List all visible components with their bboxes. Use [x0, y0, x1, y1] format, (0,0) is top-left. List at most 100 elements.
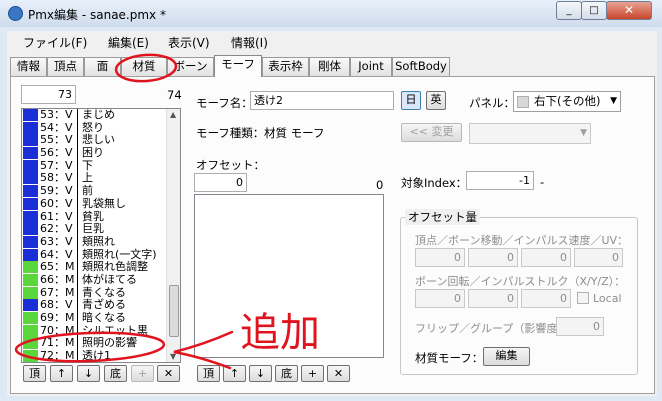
panel-select[interactable]: 右下(その他) ▼ — [513, 91, 621, 112]
list-item[interactable]: 63：V 頬照れ — [22, 234, 180, 249]
minimize-button[interactable]: _ — [556, 1, 582, 20]
morph-index: 59：V — [40, 184, 73, 198]
local-checkbox[interactable] — [577, 292, 589, 304]
list-top-button[interactable]: 頂 — [23, 365, 46, 382]
change-button[interactable]: << 変更 — [401, 123, 462, 142]
list-item[interactable]: 62：V 巨乳 — [22, 222, 180, 237]
tab-material[interactable]: 材質 — [121, 57, 167, 76]
tab-morph[interactable]: モーフ — [214, 55, 262, 77]
scroll-up-icon[interactable]: ▲ — [170, 110, 176, 119]
en-toggle[interactable]: 英 — [426, 91, 446, 110]
morph-type-swatch — [23, 159, 38, 172]
jp-toggle[interactable]: 日 — [401, 91, 421, 110]
tab-face[interactable]: 面 — [84, 57, 121, 76]
list-item[interactable]: 56：V 困り — [22, 146, 180, 161]
list-item[interactable]: 60：V 乳袋無し — [22, 196, 180, 211]
morph-index: 53：V — [40, 108, 73, 121]
scroll-thumb[interactable] — [169, 285, 179, 337]
morph-type-value: 材質 モーフ — [264, 126, 325, 140]
morph-index: 63：V — [40, 234, 73, 248]
title-bar: Pmx編集 - sanae.pmx * _ □ ✕ — [0, 0, 662, 27]
offset-value-4[interactable]: 0 — [574, 248, 623, 267]
offset-amount-title: オフセット量 — [405, 209, 480, 225]
column-divider — [77, 350, 78, 362]
morph-type-swatch — [23, 350, 38, 362]
morph-name: 暗くなる — [82, 311, 126, 324]
menu-file[interactable]: ファイル(F) — [23, 34, 87, 51]
offset-delete-button[interactable]: ✕ — [327, 365, 350, 382]
column-divider — [77, 337, 78, 351]
list-up-button[interactable]: ↑ — [50, 365, 73, 382]
rotate-value-y[interactable]: 0 — [468, 289, 518, 308]
tab-rigid-body[interactable]: 剛体 — [309, 57, 350, 76]
list-down-button[interactable]: ↓ — [77, 365, 100, 382]
close-button[interactable]: ✕ — [606, 1, 652, 20]
morph-name: 巨乳 — [82, 222, 104, 236]
edit-button[interactable]: 編集 — [483, 347, 530, 366]
morph-type-swatch — [23, 185, 38, 198]
tab-display-frame[interactable]: 表示枠 — [262, 57, 309, 76]
offset-value-3[interactable]: 0 — [521, 248, 571, 267]
target-index-input[interactable]: -1 — [466, 171, 534, 190]
list-bottom-button[interactable]: 底 — [104, 365, 127, 382]
offset-up-button[interactable]: ↑ — [223, 365, 246, 382]
tab-bone[interactable]: ボーン — [167, 57, 214, 76]
morph-name-input[interactable]: 透け2 — [250, 91, 394, 110]
morph-type-swatch — [23, 134, 38, 147]
offset-add-button[interactable]: + — [301, 365, 324, 382]
morph-name: まじめ — [82, 108, 115, 121]
offset-input[interactable]: 0 — [194, 173, 247, 192]
panel-label: パネル： — [469, 96, 515, 110]
morph-search-input[interactable]: 73 — [21, 85, 76, 104]
morph-count: 74 — [167, 88, 182, 102]
morph-list[interactable]: 53：V まじめ 54：V 怒り 55：V 悲しい 56：V 困り 57：V 下 58：V 上 59：V… — [21, 108, 181, 363]
offset-value-2[interactable]: 0 — [468, 248, 518, 267]
menu-view[interactable]: 表示(V) — [168, 34, 210, 51]
menu-edit[interactable]: 編集(E) — [108, 34, 149, 51]
maximize-button[interactable]: □ — [581, 1, 607, 20]
morph-type-swatch — [23, 261, 38, 274]
column-divider — [77, 324, 78, 338]
tab-info[interactable]: 情報 — [10, 57, 47, 76]
offset-count: 0 — [376, 178, 384, 192]
target-index-dash: - — [540, 175, 545, 189]
scroll-down-icon[interactable]: ▼ — [170, 352, 176, 361]
offset-top-button[interactable]: 頂 — [197, 365, 220, 382]
change-type-select[interactable]: ▼ — [469, 123, 591, 144]
column-divider — [77, 235, 78, 249]
material-morph-label: 材質モーフ： — [415, 351, 484, 365]
list-item[interactable]: 72：M 透け1 — [22, 349, 180, 363]
morph-name: 乳袋無し — [82, 196, 126, 210]
list-add-button[interactable]: + — [131, 365, 154, 382]
morph-name: 透け1 — [82, 349, 111, 363]
menu-info[interactable]: 情報(I) — [231, 34, 268, 51]
list-item[interactable]: 53：V まじめ — [22, 109, 180, 122]
chevron-down-icon: ▼ — [580, 128, 587, 138]
tab-vertex[interactable]: 頂点 — [47, 57, 84, 76]
flip-group-label: フリップ／グループ（影響度）： — [415, 322, 574, 335]
list-scrollbar[interactable]: ▲ ▼ — [166, 109, 180, 362]
tab-softbody[interactable]: SoftBody — [392, 57, 450, 76]
column-divider — [77, 248, 78, 262]
rotate-value-x[interactable]: 0 — [415, 289, 465, 308]
rotate-value-z[interactable]: 0 — [521, 289, 571, 308]
offset-down-button[interactable]: ↓ — [249, 365, 272, 382]
offset-list[interactable] — [194, 194, 384, 358]
offset-value-1[interactable]: 0 — [415, 248, 465, 267]
list-delete-button[interactable]: ✕ — [157, 365, 180, 382]
morph-type-swatch — [23, 248, 38, 261]
list-item[interactable]: 69：M 暗くなる — [22, 311, 180, 325]
tab-joint[interactable]: Joint — [350, 57, 392, 76]
morph-type-swatch — [23, 235, 38, 248]
offset-bottom-button[interactable]: 底 — [275, 365, 298, 382]
morph-type-swatch — [23, 147, 38, 160]
column-divider — [77, 159, 78, 173]
list-item[interactable]: 66：M 体がほてる — [22, 273, 180, 287]
column-divider — [77, 223, 78, 237]
flip-value[interactable]: 0 — [556, 317, 604, 336]
column-divider — [77, 172, 78, 186]
column-divider — [77, 134, 78, 148]
morph-name: 前 — [82, 184, 93, 198]
list-item[interactable]: 59：V 前 — [22, 184, 180, 199]
morph-name: 困り — [82, 146, 104, 160]
